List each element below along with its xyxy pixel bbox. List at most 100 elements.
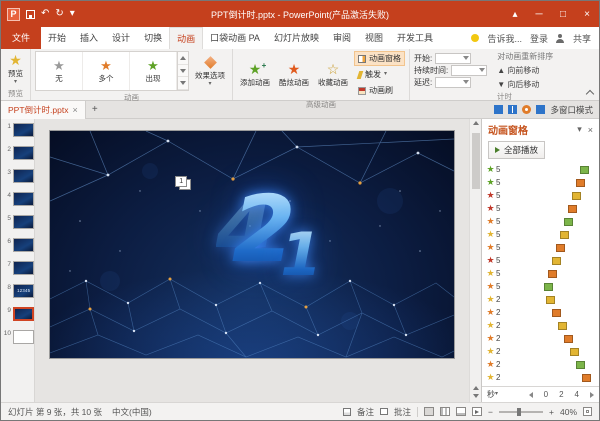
animation-item[interactable]: ★ 5: [482, 280, 599, 293]
animation-pane-menu-icon[interactable]: ▾: [577, 124, 582, 135]
ribbon-tab-developer[interactable]: 开发工具: [390, 27, 440, 49]
timeline-right-icon[interactable]: [590, 391, 594, 398]
slideshow-view-button[interactable]: [472, 407, 483, 416]
normal-view-button[interactable]: [424, 407, 435, 416]
animation-timing-bar[interactable]: [546, 295, 555, 304]
animation-item[interactable]: ★ 5: [482, 202, 599, 215]
gallery-item-none[interactable]: ★ 无: [36, 52, 83, 90]
tell-me[interactable]: 告诉我...: [487, 32, 522, 45]
ribbon-tab-transitions[interactable]: 切换: [137, 27, 169, 49]
zoom-level[interactable]: 40%: [560, 407, 577, 417]
gallery-down-icon[interactable]: [178, 65, 188, 78]
animation-timing-bar[interactable]: [564, 334, 573, 343]
start-dropdown[interactable]: [435, 53, 472, 64]
animation-item[interactable]: ★ 5: [482, 267, 599, 280]
slide-canvas[interactable]: 1 421: [49, 130, 455, 359]
slide-thumbnail-5[interactable]: 5: [1, 215, 34, 229]
animation-timing-bar[interactable]: [564, 217, 573, 226]
save-icon[interactable]: [26, 9, 35, 19]
animation-timing-bar[interactable]: [544, 282, 553, 291]
animation-pane-close-icon[interactable]: ×: [588, 125, 593, 135]
language-indicator[interactable]: 中文(中国): [112, 406, 152, 418]
ribbon-tab-animations[interactable]: 动画: [169, 27, 204, 49]
animation-timing-bar[interactable]: [576, 178, 585, 187]
animation-item[interactable]: ★ 5: [482, 215, 599, 228]
animation-item[interactable]: ★ 5: [482, 176, 599, 189]
slide-scrollbar[interactable]: [469, 119, 481, 402]
next-slide-icon[interactable]: [472, 394, 479, 398]
slide-thumbnail-3[interactable]: 3: [1, 169, 34, 183]
slide-thumbnail-1[interactable]: 1: [1, 123, 34, 137]
trigger-button[interactable]: 触发 ▾: [354, 67, 405, 82]
cool-animation-button[interactable]: ★ 酷炫动画: [276, 61, 312, 89]
add-animation-button[interactable]: ★ 添加动画: [237, 59, 273, 89]
redo-icon[interactable]: ↻: [55, 9, 63, 19]
delay-spinner[interactable]: [435, 77, 472, 88]
slide-thumbnail-10[interactable]: 10: [1, 330, 34, 344]
maximize-button[interactable]: □: [551, 1, 575, 27]
close-button[interactable]: ×: [575, 1, 599, 27]
slide-thumbnail-8[interactable]: 8 12345: [1, 284, 34, 298]
move-later-button[interactable]: ▼ 向后移动: [497, 79, 553, 90]
gallery-item-multiple[interactable]: ★ 多个: [83, 52, 130, 90]
plugin-icon[interactable]: [494, 105, 504, 114]
animation-timing-bar[interactable]: [552, 256, 561, 265]
animation-timing-bar[interactable]: [572, 191, 581, 200]
multi-window-mode-toggle[interactable]: 多窗口模式: [550, 104, 593, 116]
slide-thumbnail-7[interactable]: 7: [1, 261, 34, 275]
ribbon-tab-file[interactable]: 文件: [1, 27, 42, 49]
animation-timing-bar[interactable]: [548, 269, 557, 278]
previous-slide-icon[interactable]: [472, 386, 479, 390]
animation-timing-bar[interactable]: [570, 347, 579, 356]
play-all-button[interactable]: 全部播放: [488, 141, 546, 159]
fit-to-window-button[interactable]: [583, 407, 592, 416]
slide-thumbnail-6[interactable]: 6: [1, 238, 34, 252]
ribbon-tab-review[interactable]: 审阅: [326, 27, 358, 49]
animation-item[interactable]: ★ 2: [482, 293, 599, 306]
animation-item[interactable]: ★ 2: [482, 306, 599, 319]
animation-item[interactable]: ★ 5: [482, 163, 599, 176]
slide-thumbnail-2[interactable]: 2: [1, 146, 34, 160]
animation-item[interactable]: ★ 2: [482, 371, 599, 384]
animation-timing-bar[interactable]: [560, 230, 569, 239]
animation-item[interactable]: ★ 5: [482, 228, 599, 241]
document-tab[interactable]: PPT倒计时.pptx ×: [1, 100, 86, 119]
animation-timing-bar[interactable]: [576, 360, 585, 369]
animation-item[interactable]: ★ 5: [482, 241, 599, 254]
sign-in-link[interactable]: 登录: [530, 32, 548, 45]
animation-timing-bar[interactable]: [580, 165, 589, 174]
share-button[interactable]: 共享: [573, 32, 591, 45]
gear-icon[interactable]: [522, 105, 532, 114]
animation-timing-bar[interactable]: [556, 243, 565, 252]
scroll-up-icon[interactable]: [472, 121, 479, 125]
comments-button[interactable]: 批注: [394, 406, 411, 418]
new-document-tab-button[interactable]: +: [86, 104, 104, 115]
slide-thumbnail-9[interactable]: 9: [1, 307, 34, 321]
animation-item[interactable]: ★ 2: [482, 345, 599, 358]
effect-options-button[interactable]: 效果选项 ▾: [192, 55, 228, 88]
animation-timing-bar[interactable]: [568, 204, 577, 213]
ribbon-tab-insert[interactable]: 插入: [73, 27, 105, 49]
scrollbar-thumb[interactable]: [471, 133, 480, 189]
timeline-left-icon[interactable]: [528, 391, 533, 398]
duration-spinner[interactable]: [451, 65, 488, 76]
animation-timing-bar[interactable]: [552, 308, 561, 317]
zoom-slider-knob[interactable]: [516, 407, 521, 416]
gallery-item-appear[interactable]: ★ 出现: [130, 52, 177, 90]
notes-button[interactable]: 备注: [357, 406, 374, 418]
ribbon-tab-view[interactable]: 视图: [358, 27, 390, 49]
animation-item[interactable]: ★ 5: [482, 189, 599, 202]
reading-view-button[interactable]: [456, 407, 467, 416]
undo-icon[interactable]: ↶: [41, 9, 49, 19]
ribbon-display-options-button[interactable]: ▴: [503, 1, 527, 27]
favorite-animation-button[interactable]: ☆ 收藏动画: [315, 61, 351, 89]
qat-dropdown-icon[interactable]: ▾: [70, 9, 75, 19]
ribbon-tab-home[interactable]: 开始: [41, 27, 73, 49]
ribbon-tab-slideshow[interactable]: 幻灯片放映: [267, 27, 326, 49]
gallery-more-icon[interactable]: [178, 77, 188, 91]
animation-timing-bar[interactable]: [558, 321, 567, 330]
zoom-out-button[interactable]: −: [488, 407, 493, 417]
seconds-dropdown[interactable]: 秒: [487, 389, 495, 400]
gallery-up-icon[interactable]: [178, 52, 188, 65]
preview-button[interactable]: ★ 预览 ▾: [5, 52, 26, 86]
